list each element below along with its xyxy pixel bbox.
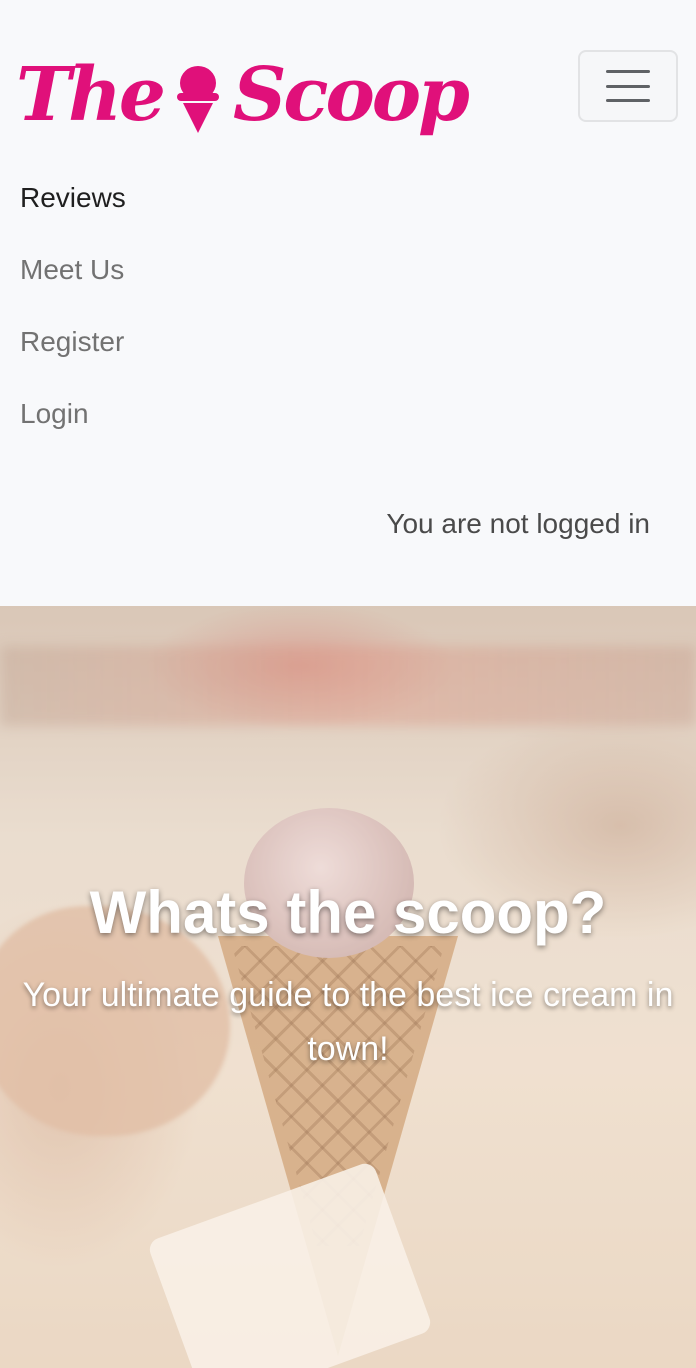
ice-cream-cone-icon <box>176 66 219 133</box>
nav-item-register[interactable]: Register <box>20 306 126 378</box>
navbar: The Scoop Reviews Meet Us Register Login… <box>0 0 696 606</box>
hero-subtitle: Your ultimate guide to the best ice crea… <box>22 976 674 1068</box>
menu-toggle-button[interactable] <box>578 50 678 122</box>
brand-logo[interactable]: The Scoop <box>16 40 470 150</box>
login-status-text: You are not logged in <box>386 508 650 539</box>
brand-word-the: The <box>16 52 166 138</box>
nav-menu: Reviews Meet Us Register Login <box>20 162 126 450</box>
brand-word-scoop: Scoop <box>232 52 470 138</box>
hero-title: Whats the scoop? <box>89 879 607 946</box>
hamburger-menu-icon <box>606 70 650 102</box>
hero-banner: Whats the scoop? Your ultimate guide to … <box>0 606 696 1368</box>
nav-item-reviews[interactable]: Reviews <box>20 162 126 234</box>
nav-item-meet-us[interactable]: Meet Us <box>20 234 126 306</box>
nav-item-login[interactable]: Login <box>20 378 126 450</box>
